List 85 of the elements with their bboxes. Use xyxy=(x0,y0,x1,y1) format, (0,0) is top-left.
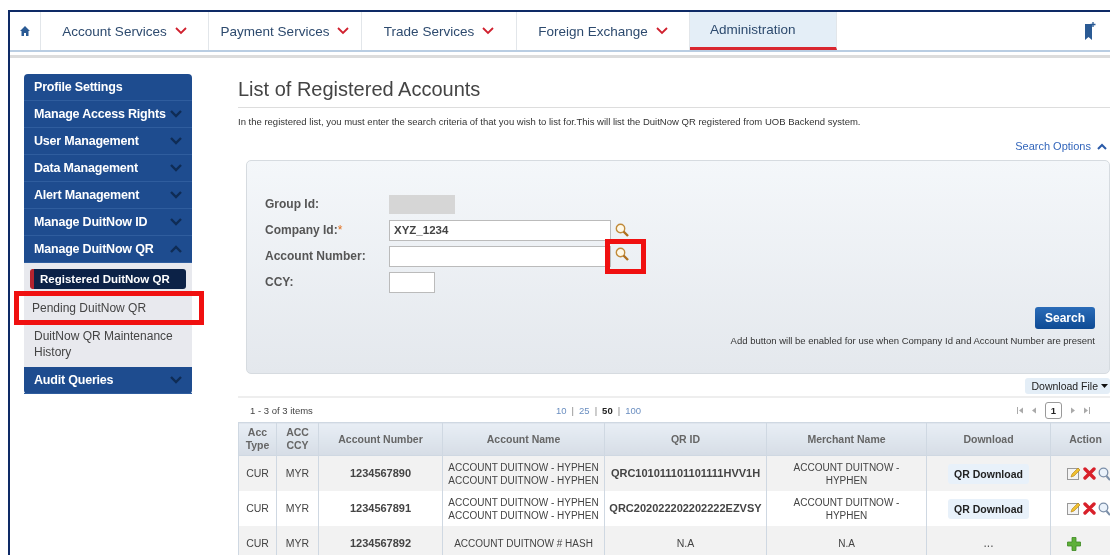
nav-tab[interactable]: Payment Services xyxy=(209,12,362,50)
edit-icon[interactable] xyxy=(1067,501,1081,516)
table-cell: N.A xyxy=(766,526,927,555)
table-cell: MYR xyxy=(276,455,319,491)
table-cell: ACCOUNT DUITNOW - HYPHEN ACCOUNT DUITNOW - HYPHEN xyxy=(442,455,605,491)
magnifier-icon[interactable] xyxy=(1098,466,1110,481)
input-field[interactable] xyxy=(389,245,611,267)
search-button[interactable]: Search xyxy=(1035,307,1095,329)
page-size-link[interactable]: 10 xyxy=(556,404,567,416)
field-label: Account Number: xyxy=(265,249,366,263)
lookup-search-icon[interactable] xyxy=(615,223,629,237)
page-title: List of Registered Accounts xyxy=(238,78,1110,108)
caret-icon xyxy=(1101,383,1108,389)
last-page-icon[interactable] xyxy=(1083,406,1090,414)
column-header[interactable]: Download xyxy=(926,422,1051,456)
caret-icon xyxy=(482,27,495,35)
caret-icon xyxy=(174,27,187,35)
field-label: Group Id: xyxy=(265,197,319,211)
sidebar-subitem[interactable]: Pending DuitNow QR xyxy=(28,297,185,319)
form-note: Add button will be enabled for use when Company Id and Account Number are present xyxy=(729,335,1095,346)
caret-icon xyxy=(337,27,350,35)
table-cell: N.A xyxy=(604,526,767,555)
qr-download-button[interactable]: QR Download xyxy=(948,463,1029,484)
column-header[interactable]: Merchant Name xyxy=(766,422,927,456)
edit-icon[interactable] xyxy=(1067,466,1081,481)
page-size-link[interactable]: 100 xyxy=(625,404,641,416)
sidebar-item[interactable]: Profile Settings xyxy=(24,74,192,101)
locked-field xyxy=(389,194,455,214)
add-icon[interactable] xyxy=(1067,536,1081,551)
page-number[interactable]: 1 xyxy=(1044,401,1062,419)
page-size-link[interactable]: 50 xyxy=(602,404,613,416)
chevron-icon xyxy=(170,376,182,384)
required-mark: * xyxy=(337,223,343,237)
table-cell: 1234567892 xyxy=(318,526,443,555)
page-size-link[interactable]: 25 xyxy=(579,404,590,416)
field-label: CCY: xyxy=(265,275,294,289)
chevron-icon xyxy=(170,137,182,145)
chevron-icon xyxy=(170,110,182,118)
column-header[interactable]: Acc Type xyxy=(238,422,277,456)
nav-tab[interactable]: Account Services xyxy=(41,12,209,50)
sidebar-subitem[interactable]: Registered DuitNow QR xyxy=(30,269,186,289)
column-header[interactable]: Account Name xyxy=(442,422,605,456)
table-cell: 1234567890 xyxy=(318,455,443,491)
next-page-icon[interactable] xyxy=(1070,406,1075,414)
lookup-search-icon[interactable] xyxy=(615,246,629,261)
sidebar-item[interactable]: Manage Access Rights xyxy=(24,101,192,128)
table-cell: QRC101011101101111HVV1H xyxy=(604,455,767,491)
page-description: In the registered list, you must enter the search criteria of that you wish to list for.This will list the DuitNow QR registered from UOB Backend system. xyxy=(238,116,862,127)
nav-tab[interactable]: Administration xyxy=(690,12,837,50)
chevron-icon xyxy=(170,164,182,172)
search-options-link[interactable]: Search Options xyxy=(1015,140,1110,152)
column-header[interactable]: Action xyxy=(1050,422,1110,456)
delete-icon[interactable] xyxy=(1083,502,1096,516)
column-header[interactable]: Account Number xyxy=(318,422,443,456)
download-file-button[interactable]: Download File xyxy=(1025,378,1110,394)
ellipsis-text: ... xyxy=(983,536,994,550)
separator: | xyxy=(594,404,598,416)
caret-icon xyxy=(655,27,668,35)
column-header[interactable]: ACC CCY xyxy=(276,422,319,456)
sidebar-item[interactable]: Manage DuitNow ID xyxy=(24,209,192,236)
delete-icon[interactable] xyxy=(1083,467,1096,481)
table-cell: CUR xyxy=(238,526,277,555)
magnifier-icon[interactable] xyxy=(1098,501,1110,516)
sidebar-item[interactable]: Data Management xyxy=(24,155,192,182)
first-page-icon[interactable] xyxy=(1016,406,1024,414)
table-cell: ACCOUNT DUITNOW # HASH xyxy=(442,526,605,555)
sidebar-item[interactable]: Alert Management xyxy=(24,182,192,209)
column-header[interactable]: QR ID xyxy=(604,422,767,456)
input-field[interactable] xyxy=(389,271,435,293)
table-cell: CUR xyxy=(238,455,277,491)
separator: | xyxy=(571,404,575,416)
nav-tab[interactable]: Trade Services xyxy=(362,12,517,50)
sidebar-item[interactable]: User Management xyxy=(24,128,192,155)
sidebar-item[interactable]: Audit Queries xyxy=(24,367,192,394)
table-cell: MYR xyxy=(276,526,319,555)
item-count: 1 - 3 of 3 items xyxy=(250,404,314,416)
qr-download-button[interactable]: QR Download xyxy=(948,498,1029,519)
chevron-icon xyxy=(170,191,182,199)
previous-page-icon[interactable] xyxy=(1031,406,1037,414)
chevron-icon xyxy=(170,218,182,226)
separator: | xyxy=(617,404,621,416)
table-cell: ACCOUNT DUITNOW - HYPHEN xyxy=(766,455,927,491)
sidebar-subitem[interactable]: DuitNow QR Maintenance History xyxy=(30,325,186,363)
field-label: Company Id: xyxy=(265,223,338,237)
input-field[interactable]: XYZ_1234 xyxy=(389,219,611,241)
